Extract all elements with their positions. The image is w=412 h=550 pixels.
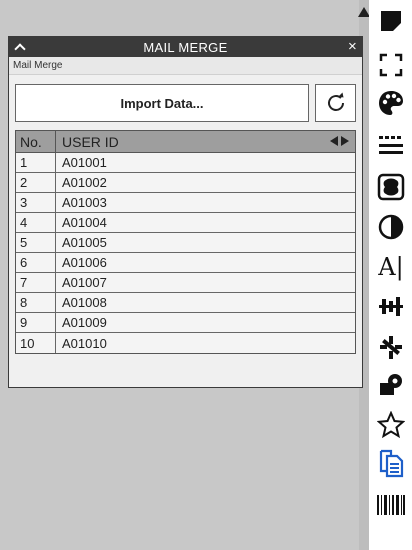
row-no: 9 — [16, 313, 56, 332]
palette-icon[interactable] — [374, 86, 408, 120]
scroll-up-arrow-icon[interactable] — [359, 4, 369, 20]
header-user-id-label: USER ID — [62, 133, 119, 150]
row-user-id: A01008 — [62, 295, 107, 310]
row-no: 6 — [16, 253, 56, 272]
barcode-icon[interactable] — [374, 488, 408, 522]
table-row[interactable]: 4 A01004 — [16, 213, 355, 233]
table-row[interactable]: 1 A01001 — [16, 153, 355, 173]
row-user-id: A01001 — [62, 155, 107, 170]
prev-column-icon[interactable] — [330, 136, 338, 146]
column-nav — [330, 136, 349, 146]
panel-title: MAIL MERGE — [143, 39, 228, 55]
row-no: 5 — [16, 233, 56, 252]
row-no: 7 — [16, 273, 56, 292]
panel-titlebar[interactable]: MAIL MERGE × — [9, 37, 362, 57]
row-user-id: A01002 — [62, 175, 107, 190]
panel-subtitle: Mail Merge — [9, 57, 362, 75]
mail-merge-icon[interactable] — [374, 446, 408, 480]
text-cursor-icon[interactable]: A| — [374, 250, 408, 284]
collapse-chevron-icon[interactable] — [13, 40, 27, 54]
star-icon[interactable] — [374, 408, 408, 442]
row-user-id: A01006 — [62, 255, 107, 270]
table-row[interactable]: 6 A01006 — [16, 253, 355, 273]
header-no[interactable]: No. — [16, 131, 56, 152]
table-row[interactable]: 5 A01005 — [16, 233, 355, 253]
next-column-icon[interactable] — [341, 136, 349, 146]
row-user-id: A01007 — [62, 275, 107, 290]
table-header: No. USER ID — [16, 131, 355, 153]
row-user-id: A01009 — [62, 315, 107, 330]
table-row[interactable]: 2 A01002 — [16, 173, 355, 193]
row-user-id: A01003 — [62, 195, 107, 210]
import-data-button[interactable]: Import Data... — [15, 84, 309, 122]
row-no: 8 — [16, 293, 56, 312]
row-user-id: A01010 — [62, 335, 107, 351]
table-row[interactable]: 9 A01009 — [16, 313, 355, 333]
crop-icon[interactable] — [374, 48, 408, 82]
row-no: 10 — [16, 333, 56, 353]
table-row[interactable]: 10 A01010 — [16, 333, 355, 353]
stamp-icon[interactable] — [374, 170, 408, 204]
header-user-id[interactable]: USER ID — [56, 131, 355, 152]
mail-merge-panel: MAIL MERGE × Mail Merge Import Data... N… — [8, 36, 363, 388]
fill-icon[interactable] — [374, 368, 408, 402]
sparkle-icon[interactable] — [374, 330, 408, 364]
row-no: 2 — [16, 173, 56, 192]
right-toolbar: A| — [369, 0, 412, 550]
contrast-icon[interactable] — [374, 210, 408, 244]
refresh-button[interactable] — [315, 84, 356, 122]
row-user-id: A01005 — [62, 235, 107, 250]
table-row[interactable]: 7 A01007 — [16, 273, 355, 293]
table-row[interactable]: 3 A01003 — [16, 193, 355, 213]
lines-icon[interactable] — [374, 128, 408, 162]
row-no: 1 — [16, 153, 56, 172]
user-table: No. USER ID 1 A01001 2 A01002 3 A01003 4… — [15, 130, 356, 354]
row-no: 3 — [16, 193, 56, 212]
row-user-id: A01004 — [62, 215, 107, 230]
distribute-icon[interactable] — [374, 290, 408, 324]
row-no: 4 — [16, 213, 56, 232]
shape-icon[interactable] — [374, 4, 408, 38]
panel-actions: Import Data... — [15, 84, 356, 122]
refresh-icon — [327, 92, 344, 111]
close-icon[interactable]: × — [348, 39, 357, 54]
table-row[interactable]: 8 A01008 — [16, 293, 355, 313]
